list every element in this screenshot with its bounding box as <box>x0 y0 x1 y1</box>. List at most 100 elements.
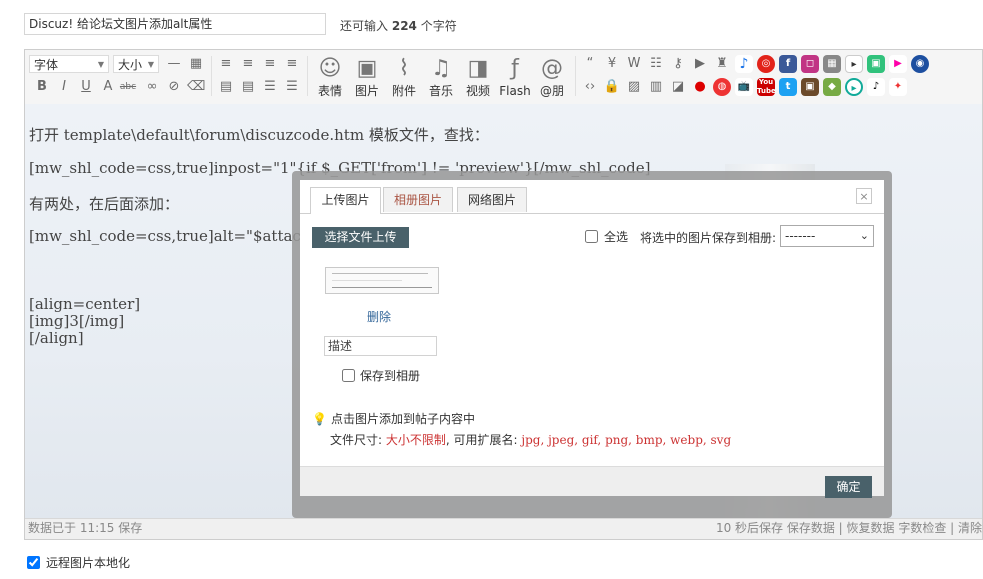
lock-icon[interactable]: 🔒 <box>603 78 621 96</box>
float-left-icon[interactable]: ▤ <box>217 78 235 96</box>
music-note-icon[interactable]: ♪ <box>735 55 753 73</box>
eraser-icon[interactable]: ⌫ <box>187 78 205 96</box>
circle-play-icon[interactable]: ▸ <box>845 78 863 96</box>
content-line: 有两处，在后面添加： <box>29 195 180 213</box>
align-right-icon[interactable]: ≡ <box>261 55 279 73</box>
hide-icon[interactable]: ♜ <box>713 55 731 73</box>
font-select[interactable]: 字体 ▼ <box>29 55 109 73</box>
video-play-icon[interactable]: ▶ <box>889 55 907 73</box>
weibo-icon[interactable]: ◍ <box>713 78 731 96</box>
save-to-album-checkbox[interactable]: 保存到相册 <box>342 367 420 384</box>
unordered-list-icon[interactable]: ☰ <box>283 78 301 96</box>
remote-image-checkbox[interactable]: 远程图片本地化 <box>27 554 130 571</box>
image-upload-dialog: 上传图片 相册图片 网络图片 × 选择文件上传 全选 将选中的图片保存到相册: … <box>300 180 884 498</box>
free-icon[interactable]: ¥ <box>603 55 621 73</box>
remote-image-check[interactable] <box>27 556 40 569</box>
media-icon[interactable]: ▦ <box>823 55 841 73</box>
attachment-button[interactable]: ⌇ 附件 <box>387 54 421 98</box>
image-small-icon[interactable]: ▨ <box>625 78 643 96</box>
description-input[interactable]: 描述 <box>324 336 437 356</box>
underline-icon[interactable]: U <box>77 78 95 96</box>
align-justify-icon[interactable]: ≡ <box>283 55 301 73</box>
game-icon[interactable]: ◆ <box>823 78 841 96</box>
size-select[interactable]: 大小 ▼ <box>113 55 159 73</box>
strikethrough-icon[interactable]: abc <box>119 78 137 96</box>
music-button[interactable]: ♫ 音乐 <box>424 54 458 98</box>
select-all-check[interactable] <box>585 230 598 243</box>
content-line: [/align] <box>29 329 84 347</box>
ordered-list-icon[interactable]: ☰ <box>261 78 279 96</box>
flash-button[interactable]: ƒ Flash <box>498 54 532 98</box>
emoticon-button[interactable]: ☺ 表情 <box>313 54 347 98</box>
content-line: [mw_shl_code=css,true]alt="$attach[ <box>29 227 317 245</box>
tiktok-icon[interactable]: ♪ <box>867 78 885 96</box>
align-left-icon[interactable]: ≡ <box>217 55 235 73</box>
image-button[interactable]: ▣ 图片 <box>350 54 384 98</box>
code-icon[interactable]: ‹› <box>581 78 599 96</box>
play-icon[interactable]: ▶ <box>691 55 709 73</box>
insert-tip: 💡 点击图片添加到帖子内容中 <box>312 412 475 426</box>
instagram-icon[interactable]: ◻ <box>801 55 819 73</box>
file-size-info: 文件尺寸: 大小不限制, 可用扩展名: jpg, jpeg, gif, png,… <box>330 433 732 447</box>
font-color-icon[interactable]: A <box>99 78 117 96</box>
dialog-footer: 确定 <box>300 466 884 498</box>
align-center-icon[interactable]: ≡ <box>239 55 257 73</box>
flash-icon: ƒ <box>511 56 519 81</box>
table-icon[interactable]: ▦ <box>187 55 205 73</box>
album-select[interactable]: ------- ⌄ <box>780 225 874 247</box>
title-input[interactable]: Discuz! 给论坛文图片添加alt属性 <box>24 13 326 35</box>
tab-web-image[interactable]: 网络图片 <box>457 187 527 212</box>
video-icon: ◨ <box>467 56 489 81</box>
music-icon: ♫ <box>431 56 451 81</box>
twitter-icon[interactable]: t <box>779 78 797 96</box>
editor-statusbar: 数据已于 11:15 保存 10 秒后保存 保存数据 | 恢复数据 字数检查 |… <box>25 518 982 539</box>
video-button[interactable]: ◨ 视频 <box>461 54 495 98</box>
select-file-upload-button[interactable]: 选择文件上传 <box>312 227 409 248</box>
close-icon[interactable]: × <box>856 188 872 204</box>
password-icon[interactable]: ⚷ <box>669 55 687 73</box>
tab-album-image[interactable]: 相册图片 <box>383 187 453 212</box>
content-line: [align=center] <box>29 295 141 313</box>
index-icon[interactable]: ☷ <box>647 55 665 73</box>
mention-button[interactable]: @ @朋 <box>535 54 569 98</box>
player-icon[interactable]: ▸ <box>845 55 863 73</box>
editor-toolbar: 字体 ▼ 大小 ▼ — ▦ B I U A abc ∞ ⊘ ⌫ ≡ ≡ ≡ ≡ ▤ … <box>25 50 982 105</box>
attachment-icon: ⌇ <box>398 56 410 81</box>
char-count-hint: 还可输入 224 个字符 <box>340 19 457 33</box>
delete-link[interactable]: 删除 <box>367 308 391 325</box>
qq-icon[interactable]: ● <box>691 78 709 96</box>
float-right-icon[interactable]: ▤ <box>239 78 257 96</box>
lightbulb-icon: 💡 <box>312 412 327 426</box>
youtube-icon[interactable]: You Tube <box>757 78 776 96</box>
kuaishou-icon[interactable]: ✦ <box>889 78 907 96</box>
tab-upload-image[interactable]: 上传图片 <box>310 187 381 214</box>
disk-icon[interactable]: ◉ <box>911 55 929 73</box>
tv-icon[interactable]: ▣ <box>867 55 885 73</box>
statusbar-actions[interactable]: 10 秒后保存 保存数据 | 恢复数据 字数检查 | 清除 <box>716 519 982 538</box>
bold-icon[interactable]: B <box>33 78 51 96</box>
select-all-checkbox[interactable]: 全选 <box>585 228 628 245</box>
image-thumbnail[interactable] <box>325 267 439 294</box>
movie-icon[interactable]: ▣ <box>801 78 819 96</box>
italic-icon[interactable]: I <box>55 78 73 96</box>
columns-icon[interactable]: ▥ <box>647 78 665 96</box>
save-to-album-check[interactable] <box>342 369 355 382</box>
hr-icon[interactable]: — <box>165 55 183 73</box>
facebook-icon[interactable]: f <box>779 55 797 73</box>
netease-music-icon[interactable]: ◎ <box>757 55 775 73</box>
mention-icon: @ <box>541 56 563 81</box>
chevron-down-icon: ⌄ <box>859 229 869 242</box>
content-line: 打开 template\default\forum\discuzcode.htm… <box>29 126 489 144</box>
confirm-button[interactable]: 确定 <box>825 476 872 498</box>
content-line: [img]3[/img] <box>29 312 125 330</box>
link-icon[interactable]: ∞ <box>143 78 161 96</box>
emoticon-icon: ☺ <box>318 56 342 81</box>
bilibili-icon[interactable]: 📺 <box>735 78 753 96</box>
paint-icon[interactable]: ◪ <box>669 78 687 96</box>
word-paste-icon[interactable]: W <box>625 55 643 73</box>
image-icon: ▣ <box>356 56 378 81</box>
quote-icon[interactable]: “ <box>581 55 599 73</box>
save-to-album-label: 将选中的图片保存到相册: <box>640 231 777 245</box>
unlink-icon[interactable]: ⊘ <box>165 78 183 96</box>
save-status: 数据已于 11:15 保存 <box>28 521 143 535</box>
